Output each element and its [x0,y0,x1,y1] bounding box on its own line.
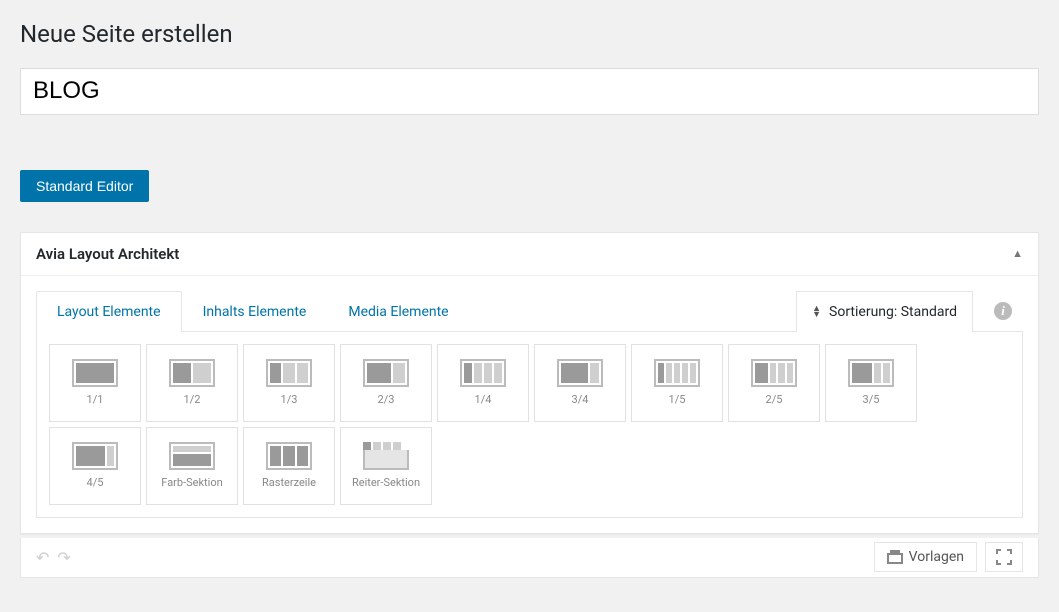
element-label: 3/5 [863,393,880,406]
element-4-5[interactable]: 4/5 [49,427,141,505]
thumb-icon [751,359,797,387]
thumb-icon [72,442,118,470]
info-button[interactable]: i [983,291,1023,331]
info-icon: i [994,302,1012,320]
tab-content-elements[interactable]: Inhalts Elemente [182,291,328,332]
element-label: 3/4 [572,393,589,406]
thumb-icon [363,442,409,470]
templates-label: Vorlagen [909,549,964,565]
thumb-icon [266,442,312,470]
fullscreen-icon [996,549,1012,565]
element-1-1[interactable]: 1/1 [49,344,141,422]
collapse-icon[interactable]: ▲ [1012,247,1023,260]
templates-icon [887,550,903,564]
thumb-icon [169,359,215,387]
fullscreen-button[interactable] [985,542,1023,572]
sort-label: Sortierung: Standard [829,304,957,320]
element-2-3[interactable]: 2/3 [340,344,432,422]
element-1-5[interactable]: 1/5 [631,344,723,422]
element-label: 1/4 [475,393,492,406]
canvas-footer: ↶ ↷ Vorlagen [20,538,1039,578]
element-1-3[interactable]: 1/3 [243,344,335,422]
panel-title: Avia Layout Architekt [36,245,179,263]
element-1-4[interactable]: 1/4 [437,344,529,422]
element-label: Rasterzeile [262,476,316,489]
redo-icon[interactable]: ↷ [57,548,70,567]
templates-button[interactable]: Vorlagen [874,542,977,572]
standard-editor-button[interactable]: Standard Editor [20,170,149,202]
tab-media-elements[interactable]: Media Elemente [327,291,469,332]
element-2-5[interactable]: 2/5 [728,344,820,422]
element-label: 1/2 [184,393,201,406]
thumb-icon [848,359,894,387]
element-1-2[interactable]: 1/2 [146,344,238,422]
element-label: 1/1 [87,393,104,406]
element-label: 2/3 [378,393,395,406]
page-title-input[interactable] [20,68,1039,115]
thumb-icon [363,359,409,387]
element-label: 1/3 [281,393,298,406]
element-label: Farb-Sektion [161,476,222,489]
thumb-icon [266,359,312,387]
thumb-icon [169,442,215,470]
thumb-icon [654,359,700,387]
undo-icon[interactable]: ↶ [36,548,49,567]
thumb-icon [460,359,506,387]
page-heading: Neue Seite erstellen [20,20,1039,48]
elements-grid: 1/1 1/2 1/3 2/3 1/4 3/4 [36,332,1023,518]
element-3-5[interactable]: 3/5 [825,344,917,422]
element-3-4[interactable]: 3/4 [534,344,626,422]
thumb-icon [72,359,118,387]
sort-arrows-icon: ▲▼ [812,306,821,318]
tab-layout-elements[interactable]: Layout Elemente [36,291,182,332]
element-label: 4/5 [87,476,104,489]
tabs-row: Layout Elemente Inhalts Elemente Media E… [36,291,1023,332]
element-grid-row[interactable]: Rasterzeile [243,427,335,505]
element-label: Reiter-Sektion [352,476,420,489]
element-label: 2/5 [766,393,783,406]
layout-architect-panel: Avia Layout Architekt ▲ Layout Elemente … [20,232,1039,534]
panel-body: Layout Elemente Inhalts Elemente Media E… [21,276,1038,533]
element-color-section[interactable]: Farb-Sektion [146,427,238,505]
element-tab-section[interactable]: Reiter-Sektion [340,427,432,505]
sort-selector[interactable]: ▲▼ Sortierung: Standard [796,291,973,332]
panel-header[interactable]: Avia Layout Architekt ▲ [21,233,1038,276]
thumb-icon [557,359,603,387]
element-label: 1/5 [669,393,686,406]
